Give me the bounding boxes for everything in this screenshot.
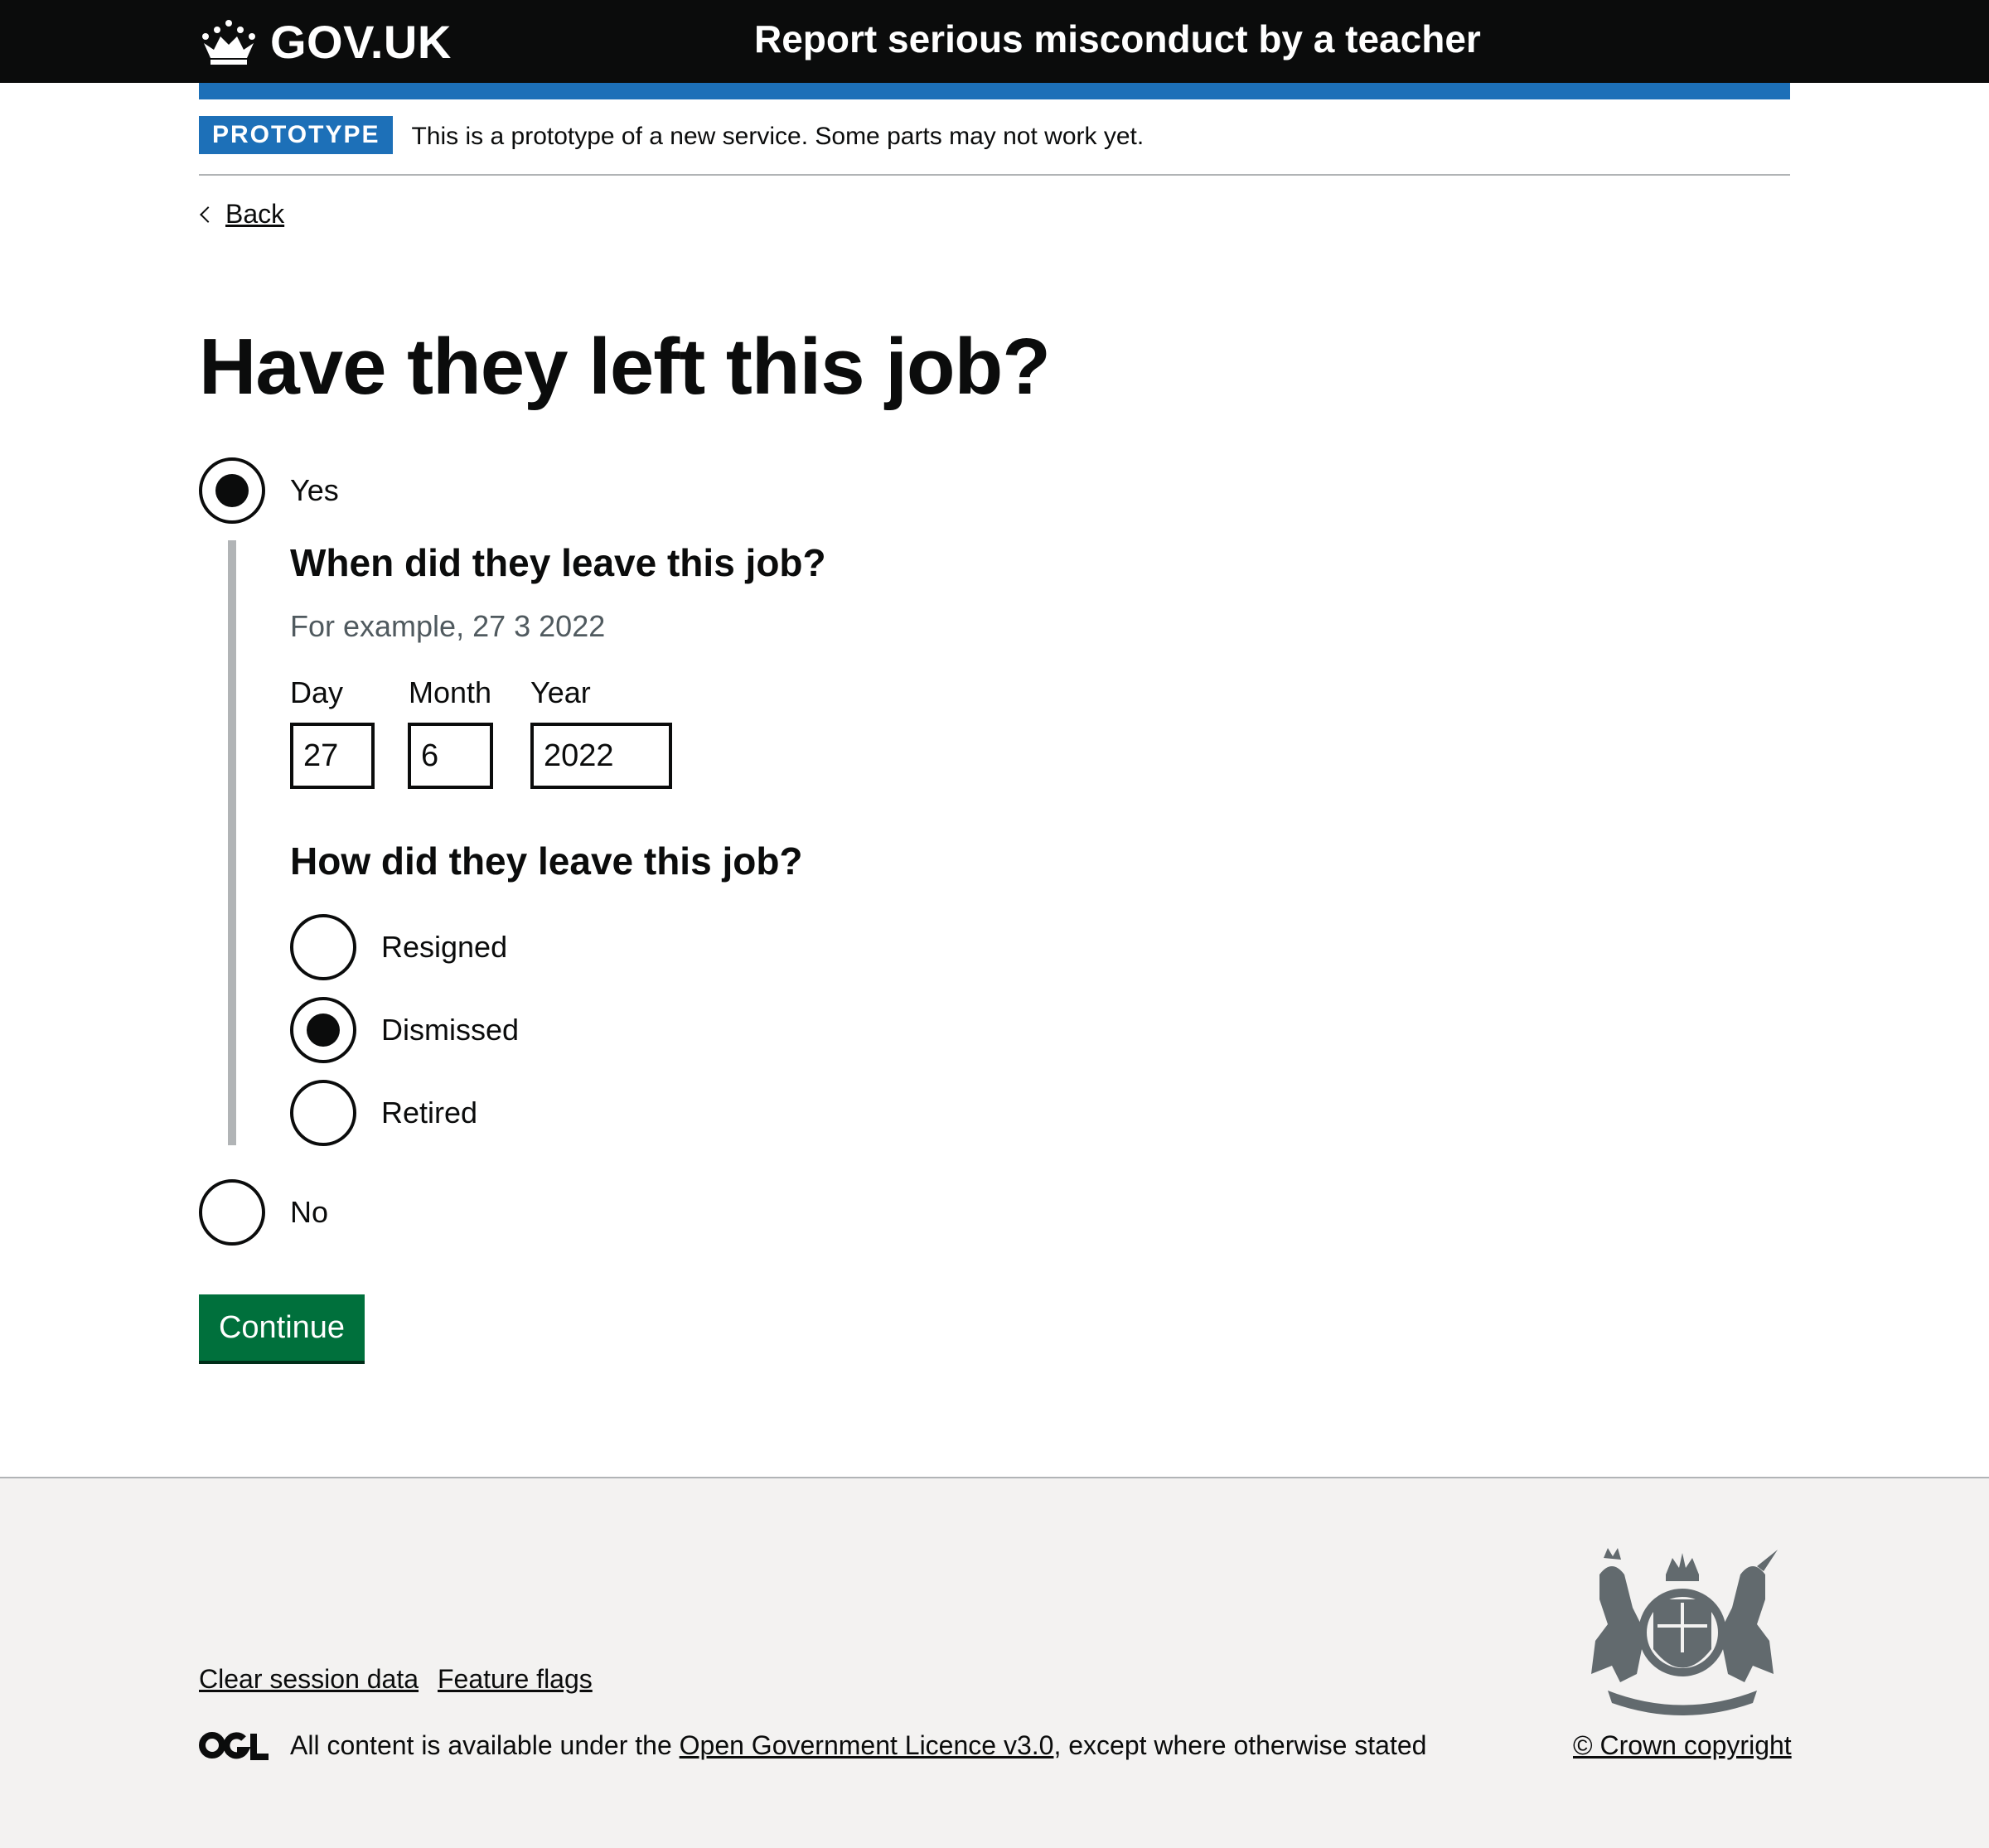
radio-option-yes[interactable]: Yes [199,457,339,524]
month-input[interactable]: 6 [408,723,493,789]
day-label: Day [290,675,344,709]
day-input[interactable]: 27 [290,723,375,789]
phase-tag: PROTOTYPE [199,116,394,154]
year-input[interactable]: 2022 [530,723,672,789]
radio-label-yes[interactable]: Yes [290,473,339,508]
site-header: GOV.UK Report serious misconduct by a te… [0,0,1989,83]
radio-yes[interactable] [199,457,265,524]
conditional-reveal-border [228,540,236,1145]
back-link-container: Back [199,199,284,230]
leave-question: How did they leave this job? [290,839,803,883]
continue-button[interactable]: Continue [199,1294,365,1361]
year-label: Year [530,675,591,709]
crown-icon [202,20,255,65]
header-underline [199,83,1790,99]
phase-banner: PROTOTYPE This is a prototype of a new s… [199,116,1790,176]
licence-suffix: , except where otherwise stated [1053,1730,1427,1760]
chevron-left-icon [200,206,216,223]
date-hint: For example, 27 3 2022 [290,609,606,643]
phase-text: This is a prototype of a new service. So… [411,123,1145,150]
radio-label-dismissed[interactable]: Dismissed [381,1013,519,1047]
licence-link[interactable]: Open Government Licence v3.0 [680,1730,1054,1760]
radio-label-resigned[interactable]: Resigned [381,930,507,965]
radio-retired[interactable] [290,1080,356,1146]
footer-link-feature-flags[interactable]: Feature flags [438,1664,593,1695]
service-name-link[interactable]: Report serious misconduct by a teacher [754,17,1481,61]
radio-dismissed[interactable] [290,997,356,1063]
radio-resigned[interactable] [290,914,356,980]
licence-prefix: All content is available under the [290,1730,680,1760]
crown-copyright-link[interactable]: © Crown copyright [1573,1730,1792,1761]
page-title: Have they left this job? [199,322,1051,411]
radio-option-retired[interactable]: Retired [290,1080,477,1146]
govuk-logo-link[interactable]: GOV.UK [199,15,452,68]
radio-option-resigned[interactable]: Resigned [290,914,507,980]
radio-label-retired[interactable]: Retired [381,1096,477,1130]
logo-text: GOV.UK [270,15,452,68]
back-link[interactable]: Back [225,199,284,230]
month-label: Month [409,675,492,709]
radio-no[interactable] [199,1179,265,1246]
date-question: When did they leave this job? [290,541,826,584]
radio-option-dismissed[interactable]: Dismissed [290,997,519,1063]
radio-label-no[interactable]: No [290,1195,328,1230]
ogl-logo [199,1732,269,1760]
radio-option-no[interactable]: No [199,1179,328,1246]
licence-text: All content is available under the Open … [290,1730,1426,1761]
footer-link-clear-session[interactable]: Clear session data [199,1664,419,1695]
royal-coat-of-arms-icon [1591,1548,1778,1715]
